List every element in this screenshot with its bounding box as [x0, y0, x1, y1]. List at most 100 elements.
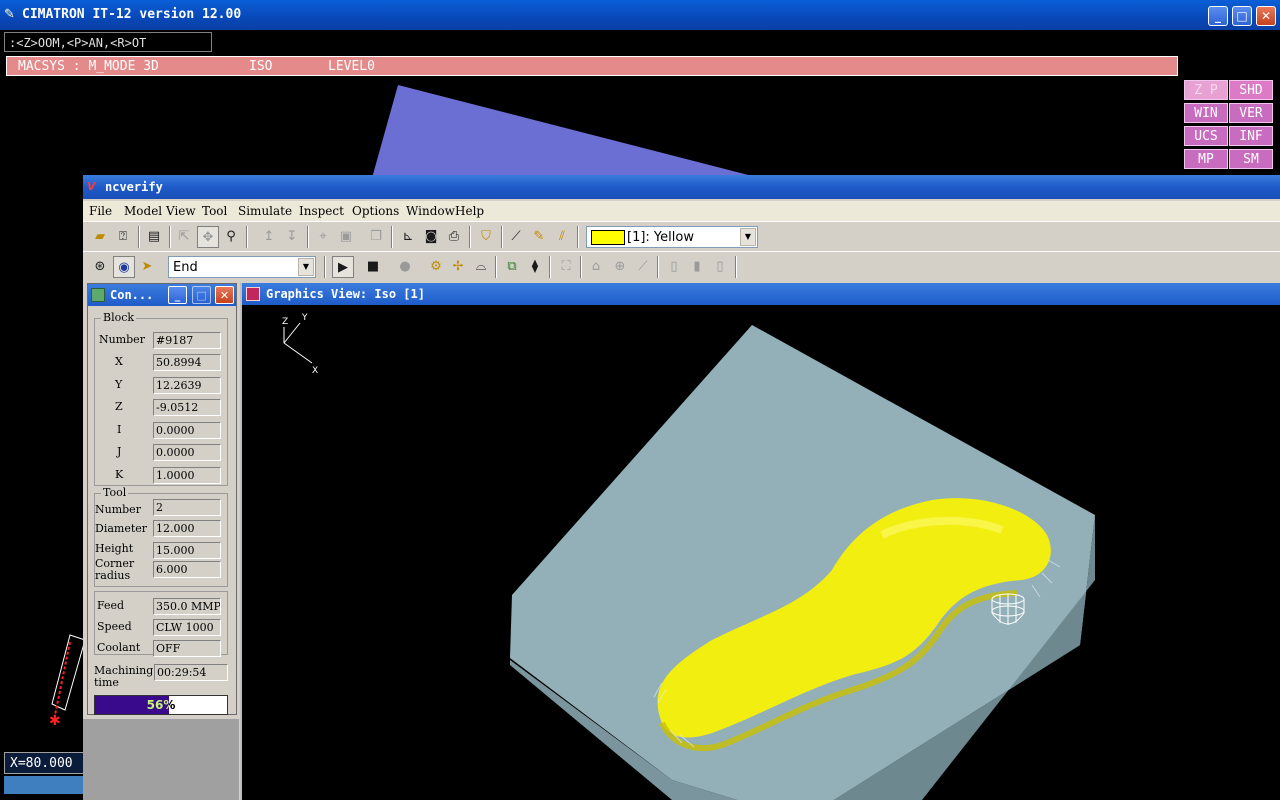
section-icon[interactable]: ⊕ — [609, 256, 631, 278]
camera-icon[interactable]: ◙ — [420, 226, 442, 248]
menu-inspect[interactable]: Inspect — [299, 204, 344, 218]
settings-icon[interactable]: ⚙ — [425, 256, 447, 278]
graphics-view-title: Graphics View: Iso [1] — [266, 287, 425, 301]
ncverify-title-bar[interactable]: V ncverify — [83, 175, 1280, 199]
record-icon[interactable]: ● — [394, 256, 416, 278]
mp-button[interactable]: MP — [1184, 149, 1228, 169]
stop-at-select[interactable]: End ▼ — [168, 256, 316, 278]
shade-button[interactable]: SHD — [1229, 80, 1273, 100]
fixture-icon[interactable]: ⛶ — [555, 256, 577, 278]
ncverify-window: V ncverify File Model View Tool Simulate… — [83, 175, 1280, 800]
cimatron-viewport-graphics[interactable] — [0, 78, 1180, 178]
toolbar-separator — [169, 226, 171, 248]
menu-tool[interactable]: Tool — [202, 204, 227, 218]
select-icon[interactable]: ⇱ — [173, 226, 195, 248]
menu-options[interactable]: Options — [352, 204, 399, 218]
toolbar-separator — [577, 226, 579, 248]
fast-forward-icon[interactable]: ➤ — [136, 256, 158, 278]
toolbar-separator — [735, 256, 737, 278]
menu-window[interactable]: Window — [406, 204, 455, 218]
tool-holder-icon[interactable]: ⛉ — [475, 226, 497, 248]
globe-icon[interactable]: ◉ — [113, 256, 135, 278]
feed-field: 350.0 MMPM — [153, 598, 221, 615]
origin-icon[interactable]: ⌖ — [312, 226, 334, 248]
toolbar-separator — [549, 256, 551, 278]
autodiff-icon[interactable]: ⧫ — [524, 256, 546, 278]
tool-height-label: Height — [95, 542, 134, 555]
graphics-view-title-bar[interactable]: Graphics View: Iso [1] — [242, 283, 1280, 305]
cimatron-window-title: CIMATRON IT-12 version 12.00 — [22, 7, 242, 22]
tool-diameter-label: Diameter — [95, 522, 148, 535]
svg-text:✱: ✱ — [49, 713, 61, 729]
block-z-field: -9.0512 — [153, 399, 221, 416]
play-icon[interactable]: ▶ — [332, 256, 354, 278]
maximize-icon[interactable]: □ — [192, 286, 211, 304]
close-icon[interactable]: ✕ — [1256, 6, 1276, 26]
verify-button[interactable]: VER — [1229, 103, 1273, 123]
stock-icon[interactable]: ▣ — [335, 226, 357, 248]
tool-group: Tool Number 2 Diameter 12.000 Height 15.… — [94, 486, 228, 587]
cimatron-app-icon: ✎ — [4, 7, 15, 22]
macsys-level: LEVEL0 — [328, 59, 375, 74]
speed-label: Speed — [97, 620, 132, 633]
step-up-icon[interactable]: ↥ — [258, 226, 280, 248]
block-group: Block Number #9187 X 50.8994 Y 12.2639 Z… — [94, 311, 228, 486]
window-button[interactable]: WIN — [1184, 103, 1228, 123]
ucs-button[interactable]: UCS — [1184, 126, 1228, 146]
multi-tool-icon[interactable]: ⫽ — [551, 226, 573, 248]
print-icon[interactable]: ⎙ — [443, 226, 465, 248]
chevron-down-icon[interactable]: ▼ — [740, 228, 756, 246]
toolbar-separator — [495, 256, 497, 278]
pan-icon[interactable]: ✥ — [197, 226, 219, 248]
axis-z-label: Z — [282, 317, 288, 327]
progress-text: 56% — [146, 698, 176, 712]
cimatron-title-bar[interactable]: ✎ CIMATRON IT-12 version 12.00 _ □ ✕ — [0, 0, 1280, 30]
close-icon[interactable]: ✕ — [215, 286, 234, 304]
menu-simulate[interactable]: Simulate — [238, 204, 292, 218]
minimize-icon[interactable]: _ — [168, 286, 187, 304]
minimize-icon[interactable]: _ — [1208, 6, 1228, 26]
command-prompt[interactable]: :<Z>OOM,<P>AN,<R>OT — [4, 32, 212, 52]
graphics-view: Graphics View: Iso [1] Z Y X — [240, 283, 1280, 800]
sm-button[interactable]: SM — [1229, 149, 1273, 169]
zoom-pan-button[interactable]: Z P — [1184, 80, 1228, 100]
coolant-field: OFF — [153, 640, 221, 657]
maximize-icon[interactable]: □ — [1232, 6, 1252, 26]
measure-icon[interactable]: ⌓ — [470, 256, 492, 278]
color-select[interactable]: [1]: Yellow ▼ — [586, 226, 758, 248]
info-button[interactable]: INF — [1229, 126, 1273, 146]
menu-view[interactable]: View — [166, 204, 196, 218]
menu-model[interactable]: Model — [124, 204, 162, 218]
cylinder-wire-icon[interactable]: ▯ — [709, 256, 731, 278]
cylinder-icon[interactable]: ▯ — [663, 256, 685, 278]
compare-icon[interactable]: ⧉ — [501, 256, 523, 278]
probe-icon[interactable]: ⟋ — [632, 256, 654, 278]
background-surface — [372, 85, 760, 178]
whats-this-icon[interactable]: ⍰ — [112, 226, 134, 248]
axes-icon[interactable]: ⊾ — [397, 226, 419, 248]
control-panel-title-bar[interactable]: Con... _ □ ✕ — [88, 284, 236, 306]
axis-y-label: Y — [301, 313, 308, 323]
toolbar-separator — [324, 256, 326, 278]
open-file-icon[interactable]: ▰ — [89, 226, 111, 248]
menu-file[interactable]: File — [89, 204, 112, 218]
tool-path-icon[interactable]: ⟋ — [505, 226, 527, 248]
tool-color-icon[interactable]: ✎ — [528, 226, 550, 248]
step-down-icon[interactable]: ↧ — [281, 226, 303, 248]
feed-label: Feed — [97, 599, 125, 612]
graphics-canvas[interactable]: Z Y X — [242, 305, 1280, 800]
move-icon[interactable]: ✢ — [447, 256, 469, 278]
cut-stock-icon[interactable]: ⌂ — [585, 256, 607, 278]
cylinder-solid-icon[interactable]: ▮ — [686, 256, 708, 278]
layers-icon[interactable]: ❐ — [365, 226, 387, 248]
chevron-down-icon[interactable]: ▼ — [298, 258, 314, 276]
tool-number-label: Number — [95, 503, 141, 516]
report-icon[interactable]: ▤ — [143, 226, 165, 248]
control-panel: Con... _ □ ✕ Block Number #9187 X 50.899… — [87, 283, 237, 715]
toolbar-simulation: ⊛ ◉ ➤ End ▼ ▶ ■ ● ⚙ ✢ ⌓ ⧉ ⧫ ⛶ ⌂ ⊕ ⟋ ▯ ▮ … — [83, 251, 1280, 282]
menu-help[interactable]: Help — [455, 204, 484, 218]
zoom-icon[interactable]: ⚲ — [220, 226, 242, 248]
turbo-icon[interactable]: ⊛ — [89, 256, 111, 278]
block-k-label: K — [115, 468, 124, 481]
stop-icon[interactable]: ■ — [362, 256, 384, 278]
